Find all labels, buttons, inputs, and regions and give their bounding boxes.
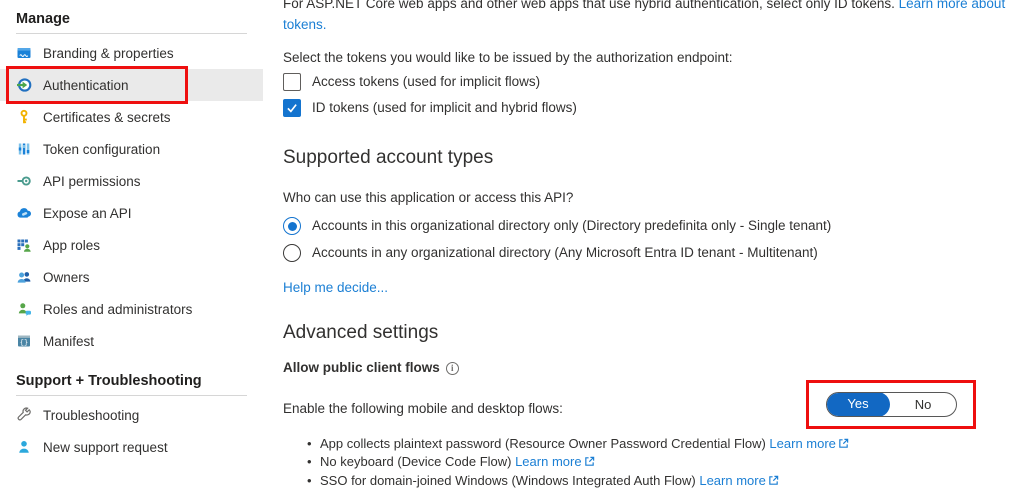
sidebar: Manage Branding & properties Authenticat… [0,0,263,495]
sidebar-support-items: Troubleshooting New support request [0,399,263,463]
sidebar-item-branding-properties[interactable]: Branding & properties [0,37,263,69]
sidebar-item-troubleshooting[interactable]: Troubleshooting [0,399,263,431]
public-client-flows-toggle[interactable]: Yes No [826,392,957,417]
sidebar-item-label: Expose an API [43,206,132,221]
sidebar-item-expose-api[interactable]: Expose an API [0,197,263,229]
learn-more-link[interactable]: Learn more [515,454,581,469]
sidebar-item-app-roles[interactable]: App roles [0,229,263,261]
mobile-desktop-flows-list: App collects plaintext password (Resourc… [283,435,1016,490]
owners-icon [16,269,32,285]
external-link-icon [768,473,779,490]
toggle-no-option[interactable]: No [890,393,956,416]
sidebar-item-label: API permissions [43,174,141,189]
checkmark-icon [286,102,298,114]
account-types-question: Who can use this application or access t… [283,189,1016,207]
flow-list-item: App collects plaintext password (Resourc… [320,435,1016,453]
advanced-settings-heading: Advanced settings [283,322,1016,344]
sidebar-item-owners[interactable]: Owners [0,261,263,293]
sidebar-item-label: Troubleshooting [43,408,139,423]
api-permissions-icon [16,173,32,189]
learn-more-link[interactable]: Learn more [769,436,835,451]
single-tenant-row: Accounts in this organizational director… [283,217,1016,235]
flow-text: App collects plaintext password (Resourc… [320,436,769,451]
public-client-flows-label: Allow public client flows [283,359,440,377]
sidebar-item-token-configuration[interactable]: Token configuration [0,133,263,165]
flow-list-item: SSO for domain-joined Windows (Windows I… [320,472,1016,490]
single-tenant-radio[interactable] [283,217,301,235]
multitenant-radio[interactable] [283,244,301,262]
sidebar-item-label: Authentication [43,78,129,93]
divider [16,33,247,34]
sidebar-item-api-permissions[interactable]: API permissions [0,165,263,197]
access-tokens-label: Access tokens (used for implicit flows) [312,73,540,91]
main-content: For ASP.NET Core web apps and other web … [283,0,1016,490]
external-link-icon [838,436,849,453]
sidebar-item-label: Branding & properties [43,46,174,61]
sidebar-item-label: New support request [43,440,168,455]
help-me-decide-link[interactable]: Help me decide... [283,280,388,295]
app-roles-icon [16,237,32,253]
sidebar-heading-manage: Manage [16,11,247,27]
access-tokens-checkbox[interactable] [283,73,301,91]
sidebar-item-label: Manifest [43,334,94,349]
sidebar-item-manifest[interactable]: {} Manifest [0,325,263,357]
intro-text: For ASP.NET Core web apps and other web … [283,0,895,11]
flow-text: No keyboard (Device Code Flow) [320,454,515,469]
divider [16,395,247,396]
sidebar-item-label: Token configuration [43,142,160,157]
sidebar-item-new-support-request[interactable]: New support request [0,431,263,463]
sidebar-item-certificates-secrets[interactable]: Certificates & secrets [0,101,263,133]
certificates-icon [16,109,32,125]
expose-api-icon [16,205,32,221]
supported-account-types-heading: Supported account types [283,147,1016,169]
toggle-yes-option[interactable]: Yes [826,392,890,417]
multitenant-row: Accounts in any organizational directory… [283,244,1016,262]
info-icon[interactable] [446,362,459,375]
learn-more-link[interactable]: Learn more [699,473,765,488]
roles-admins-icon [16,301,32,317]
enable-flows-label: Enable the following mobile and desktop … [283,400,563,418]
id-tokens-label: ID tokens (used for implicit and hybrid … [312,99,577,117]
manifest-icon: {} [16,333,32,349]
id-tokens-row: ID tokens (used for implicit and hybrid … [283,99,1016,117]
svg-text:{}: {} [20,339,28,347]
branding-icon [16,45,32,61]
id-tokens-checkbox[interactable] [283,99,301,117]
app-registration-authentication-page: Manage Branding & properties Authenticat… [0,0,1016,495]
token-question: Select the tokens you would like to be i… [283,49,1016,67]
enable-flows-row: Enable the following mobile and desktop … [283,396,1016,422]
sidebar-item-authentication[interactable]: Authentication [0,69,263,101]
troubleshooting-icon [16,407,32,423]
authentication-icon [16,77,32,93]
sidebar-item-label: App roles [43,238,100,253]
sidebar-item-label: Certificates & secrets [43,110,171,125]
support-request-icon [16,439,32,455]
sidebar-item-label: Owners [43,270,90,285]
external-link-icon [584,454,595,471]
access-tokens-row: Access tokens (used for implicit flows) [283,73,1016,91]
token-configuration-icon [16,141,32,157]
flow-list-item: No keyboard (Device Code Flow) Learn mor… [320,453,1016,471]
sidebar-manage-items: Branding & properties Authentication Cer… [0,37,263,357]
sidebar-item-label: Roles and administrators [43,302,192,317]
single-tenant-label: Accounts in this organizational director… [312,217,831,235]
sidebar-heading-support: Support + Troubleshooting [16,373,247,389]
intro-paragraph: For ASP.NET Core web apps and other web … [283,0,1016,35]
flow-text: SSO for domain-joined Windows (Windows I… [320,473,699,488]
public-client-flows-row: Allow public client flows [283,359,1016,377]
multitenant-label: Accounts in any organizational directory… [312,244,818,262]
sidebar-item-roles-administrators[interactable]: Roles and administrators [0,293,263,325]
